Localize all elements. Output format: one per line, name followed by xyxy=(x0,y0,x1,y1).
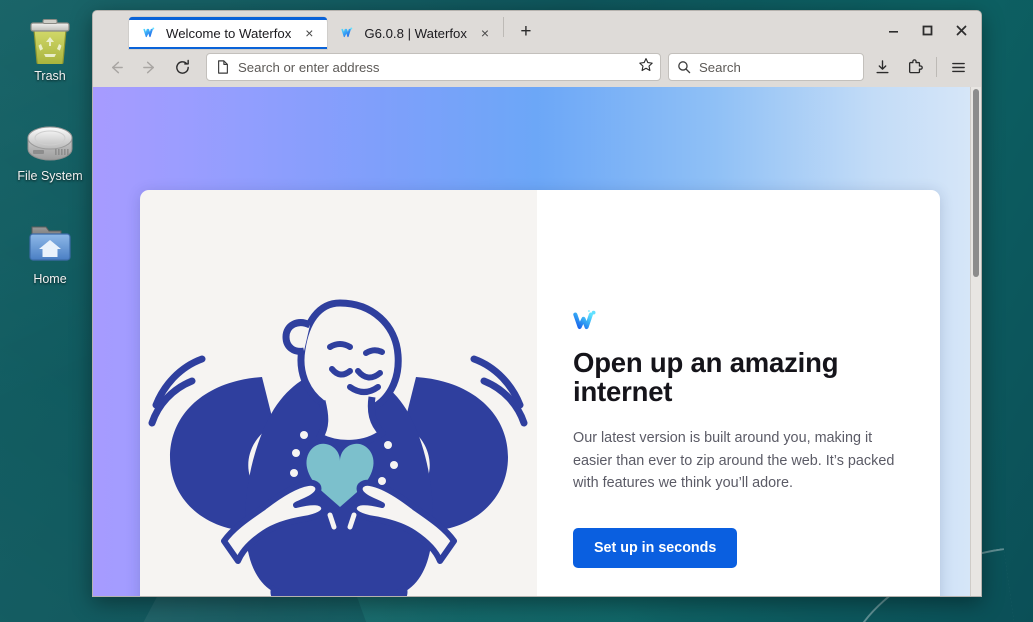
navigation-toolbar: Search or enter address Search xyxy=(93,49,981,87)
desktop-icon-label: Trash xyxy=(34,69,66,83)
page-title: Open up an amazing internet xyxy=(573,347,839,408)
tab-close-icon[interactable]: × xyxy=(299,23,319,43)
minimize-button[interactable] xyxy=(877,16,909,44)
reload-button[interactable] xyxy=(167,53,197,81)
app-menu-button[interactable] xyxy=(943,53,973,81)
waterfox-favicon xyxy=(341,27,353,38)
tab-close-icon[interactable]: × xyxy=(475,23,495,43)
tab-divider xyxy=(502,17,504,37)
waterfox-logo xyxy=(573,310,596,330)
forward-button[interactable] xyxy=(134,53,164,81)
tab-title: Welcome to Waterfox xyxy=(166,25,292,41)
trash-icon xyxy=(1,12,99,64)
address-bar-placeholder: Search or enter address xyxy=(238,59,380,75)
downloads-button[interactable] xyxy=(867,53,897,81)
welcome-text-pane: Open up an amazing internet Our latest v… xyxy=(537,190,940,596)
desktop-icon-trash[interactable]: Trash xyxy=(1,12,99,83)
desktop-icon-label: Home xyxy=(33,272,67,286)
close-button[interactable] xyxy=(945,16,977,44)
illustration-pane xyxy=(140,190,537,596)
page-scrollbar[interactable] xyxy=(970,87,981,596)
window-controls xyxy=(877,16,977,44)
waterfox-favicon xyxy=(143,27,155,38)
maximize-button[interactable] xyxy=(911,16,943,44)
desktop-icon-label: File System xyxy=(17,169,83,183)
tab-title: G6.0.8 | Waterfox xyxy=(364,25,467,41)
back-button[interactable] xyxy=(101,53,131,81)
page-viewport: Open up an amazing internet Our latest v… xyxy=(93,87,981,596)
desktop-icon-file-system[interactable]: File System xyxy=(1,112,99,183)
search-input-placeholder: Search xyxy=(699,59,741,75)
harddisk-icon xyxy=(1,112,99,164)
page-icon xyxy=(218,60,228,74)
scrollbar-thumb[interactable] xyxy=(973,89,979,277)
search-bar[interactable]: Search xyxy=(668,53,864,81)
tab-strip: Welcome to Waterfox × G6.0.8 | Waterfox … xyxy=(93,11,981,49)
person-holding-heart-illustration xyxy=(148,299,527,596)
tab-g608-waterfox[interactable]: G6.0.8 | Waterfox × xyxy=(327,17,503,49)
welcome-card: Open up an amazing internet Our latest v… xyxy=(140,190,940,596)
page-body-text: Our latest version is built around you, … xyxy=(573,430,895,492)
set-up-in-seconds-button[interactable]: Set up in seconds xyxy=(573,527,738,568)
home-folder-icon xyxy=(1,215,99,267)
toolbar-divider xyxy=(936,57,937,77)
extensions-button[interactable] xyxy=(900,53,930,81)
search-icon xyxy=(678,61,691,74)
desktop: Trash File System Home Welcome to Waterf… xyxy=(0,0,1033,622)
browser-window: Welcome to Waterfox × G6.0.8 | Waterfox … xyxy=(92,10,982,597)
new-tab-button[interactable]: + xyxy=(511,16,541,46)
desktop-icon-home[interactable]: Home xyxy=(1,215,99,286)
tab-welcome-to-waterfox[interactable]: Welcome to Waterfox × xyxy=(129,17,328,49)
bookmark-star-icon[interactable] xyxy=(638,57,654,78)
address-bar[interactable]: Search or enter address xyxy=(206,53,661,81)
